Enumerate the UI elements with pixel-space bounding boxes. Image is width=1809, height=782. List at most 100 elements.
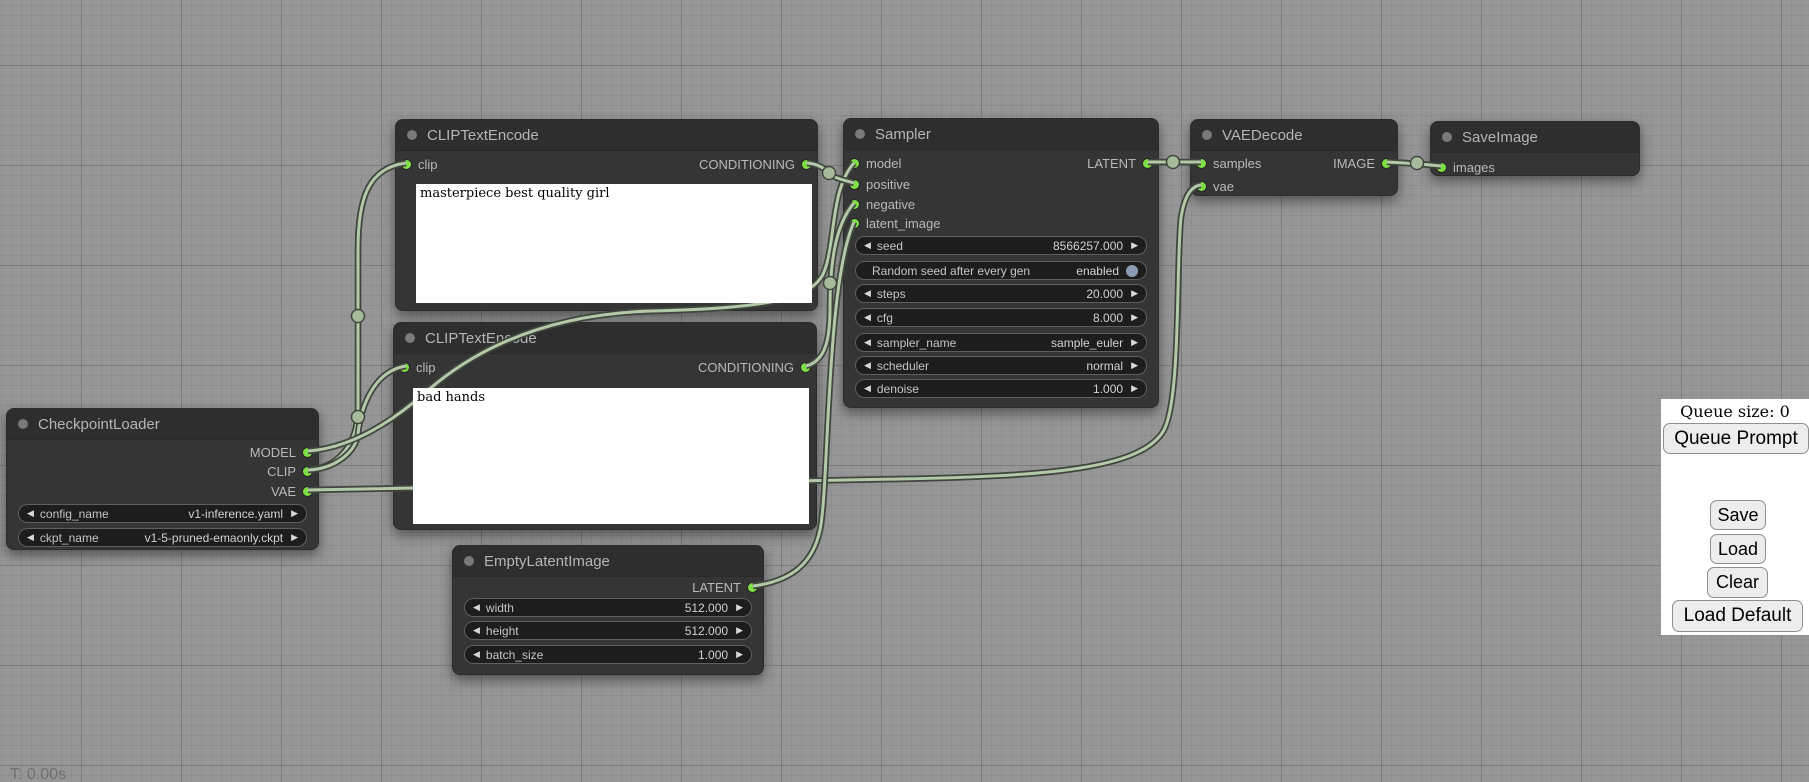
input-port-model: model bbox=[850, 155, 901, 171]
arrow-left-icon[interactable]: ◀ bbox=[27, 533, 34, 542]
arrow-right-icon[interactable]: ▶ bbox=[736, 626, 743, 635]
queue-prompt-button[interactable]: Queue Prompt bbox=[1663, 423, 1809, 454]
arrow-right-icon[interactable]: ▶ bbox=[736, 603, 743, 612]
collapse-dot-icon[interactable] bbox=[18, 419, 28, 429]
arrow-right-icon[interactable]: ▶ bbox=[1131, 313, 1138, 322]
arrow-left-icon[interactable]: ◀ bbox=[864, 313, 871, 322]
arrow-right-icon[interactable]: ▶ bbox=[736, 650, 743, 659]
collapse-dot-icon[interactable] bbox=[464, 556, 474, 566]
arrow-right-icon[interactable]: ▶ bbox=[1131, 384, 1138, 393]
collapse-dot-icon[interactable] bbox=[855, 129, 865, 139]
node-title-bar[interactable]: VAEDecode bbox=[1191, 120, 1397, 151]
input-port-samples: samples bbox=[1197, 155, 1261, 171]
output-port-LATENT: LATENT bbox=[692, 579, 757, 595]
input-port-dot[interactable] bbox=[400, 363, 409, 372]
node-title-text: VAEDecode bbox=[1222, 127, 1303, 144]
graph-canvas[interactable]: T: 0.00s CheckpointLoaderMODELCLIPVAE◀co… bbox=[0, 0, 1809, 782]
prompt-text-input[interactable]: bad hands bbox=[413, 388, 809, 524]
toggle-icon[interactable] bbox=[1126, 265, 1138, 277]
collapse-dot-icon[interactable] bbox=[1442, 132, 1452, 142]
widget-ckpt-name[interactable]: ◀ckpt_namev1-5-pruned-emaonly.ckpt▶ bbox=[18, 528, 307, 547]
node-title-bar[interactable]: CheckpointLoader bbox=[7, 409, 318, 440]
arrow-left-icon[interactable]: ◀ bbox=[473, 603, 480, 612]
input-port-images: images bbox=[1437, 159, 1495, 175]
arrow-right-icon[interactable]: ▶ bbox=[1131, 241, 1138, 250]
node-vae-decode[interactable]: VAEDecodesamplesvaeIMAGE bbox=[1190, 119, 1398, 196]
input-port-dot[interactable] bbox=[1437, 163, 1446, 172]
arrow-left-icon[interactable]: ◀ bbox=[864, 241, 871, 250]
load-default-button[interactable]: Load Default bbox=[1672, 600, 1803, 632]
input-port-vae: vae bbox=[1197, 178, 1234, 194]
widget-config-name[interactable]: ◀config_namev1-inference.yaml▶ bbox=[18, 504, 307, 523]
collapse-dot-icon[interactable] bbox=[1202, 130, 1212, 140]
arrow-left-icon[interactable]: ◀ bbox=[473, 626, 480, 635]
arrow-right-icon[interactable]: ▶ bbox=[291, 509, 298, 518]
arrow-left-icon[interactable]: ◀ bbox=[864, 361, 871, 370]
collapse-dot-icon[interactable] bbox=[407, 130, 417, 140]
input-port-dot[interactable] bbox=[850, 219, 859, 228]
widget-random-seed-after-every-gen[interactable]: Random seed after every genenabled bbox=[855, 261, 1147, 280]
widget-label: cfg bbox=[877, 311, 893, 325]
arrow-left-icon[interactable]: ◀ bbox=[27, 509, 34, 518]
widget-value: v1-inference.yaml bbox=[188, 507, 283, 521]
input-port-dot[interactable] bbox=[850, 200, 859, 209]
arrow-right-icon[interactable]: ▶ bbox=[1131, 338, 1138, 347]
node-title-bar[interactable]: Sampler bbox=[844, 119, 1158, 150]
node-save-image[interactable]: SaveImage images bbox=[1430, 121, 1640, 176]
output-port-dot[interactable] bbox=[1382, 159, 1391, 168]
load-button[interactable]: Load bbox=[1710, 534, 1766, 564]
arrow-left-icon[interactable]: ◀ bbox=[864, 338, 871, 347]
widget-steps[interactable]: ◀steps20.000▶ bbox=[855, 284, 1147, 303]
widget-label: ckpt_name bbox=[40, 531, 99, 545]
collapse-dot-icon[interactable] bbox=[405, 333, 415, 343]
widget-scheduler[interactable]: ◀schedulernormal▶ bbox=[855, 356, 1147, 375]
node-sampler[interactable]: Samplermodelpositivenegativelatent_image… bbox=[843, 118, 1159, 408]
output-port-dot[interactable] bbox=[802, 160, 811, 169]
widget-batch-size[interactable]: ◀batch_size1.000▶ bbox=[464, 645, 752, 664]
node-title-bar[interactable]: SaveImage bbox=[1431, 122, 1639, 153]
widget-label: seed bbox=[877, 239, 903, 253]
output-port-dot[interactable] bbox=[303, 448, 312, 457]
arrow-left-icon[interactable]: ◀ bbox=[864, 384, 871, 393]
port-label: latent_image bbox=[866, 216, 940, 231]
clear-button[interactable]: Clear bbox=[1707, 567, 1768, 598]
output-port-dot[interactable] bbox=[801, 363, 810, 372]
node-title-text: CheckpointLoader bbox=[38, 416, 160, 433]
arrow-right-icon[interactable]: ▶ bbox=[291, 533, 298, 542]
input-port-latent_image: latent_image bbox=[850, 215, 940, 231]
port-label: CLIP bbox=[267, 464, 296, 479]
input-port-dot[interactable] bbox=[850, 159, 859, 168]
widget-height[interactable]: ◀height512.000▶ bbox=[464, 621, 752, 640]
node-title-bar[interactable]: EmptyLatentImage bbox=[453, 546, 763, 577]
node-title-bar[interactable]: CLIPTextEncode bbox=[394, 323, 816, 354]
node-checkpoint-loader[interactable]: CheckpointLoaderMODELCLIPVAE◀config_name… bbox=[6, 408, 319, 550]
save-button[interactable]: Save bbox=[1710, 500, 1766, 530]
arrow-right-icon[interactable]: ▶ bbox=[1131, 289, 1138, 298]
prompt-text-input[interactable]: masterpiece best quality girl bbox=[416, 184, 812, 303]
arrow-left-icon[interactable]: ◀ bbox=[473, 650, 480, 659]
node-empty-latent-image[interactable]: EmptyLatentImageLATENT◀width512.000▶◀hei… bbox=[452, 545, 764, 675]
input-port-dot[interactable] bbox=[402, 160, 411, 169]
port-label: MODEL bbox=[250, 445, 296, 460]
output-port-dot[interactable] bbox=[303, 467, 312, 476]
input-port-dot[interactable] bbox=[850, 180, 859, 189]
output-port-dot[interactable] bbox=[303, 487, 312, 496]
arrow-left-icon[interactable]: ◀ bbox=[864, 289, 871, 298]
output-port-MODEL: MODEL bbox=[250, 444, 312, 460]
input-port-positive: positive bbox=[850, 176, 910, 192]
input-port-dot[interactable] bbox=[1197, 182, 1206, 191]
widget-seed[interactable]: ◀seed8566257.000▶ bbox=[855, 236, 1147, 255]
widget-width[interactable]: ◀width512.000▶ bbox=[464, 598, 752, 617]
widget-denoise[interactable]: ◀denoise1.000▶ bbox=[855, 379, 1147, 398]
arrow-right-icon[interactable]: ▶ bbox=[1131, 361, 1138, 370]
output-port-dot[interactable] bbox=[1143, 159, 1152, 168]
output-port-dot[interactable] bbox=[748, 583, 757, 592]
menu-panel: Queue size: 0 Queue Prompt Save Load Cle… bbox=[1661, 399, 1809, 635]
input-port-dot[interactable] bbox=[1197, 159, 1206, 168]
widget-cfg[interactable]: ◀cfg8.000▶ bbox=[855, 308, 1147, 327]
widget-value: 512.000 bbox=[685, 601, 728, 615]
output-port-VAE: VAE bbox=[271, 483, 312, 499]
widget-value: 20.000 bbox=[1086, 287, 1123, 301]
node-title-bar[interactable]: CLIPTextEncode bbox=[396, 120, 817, 151]
widget-sampler-name[interactable]: ◀sampler_namesample_euler▶ bbox=[855, 333, 1147, 352]
